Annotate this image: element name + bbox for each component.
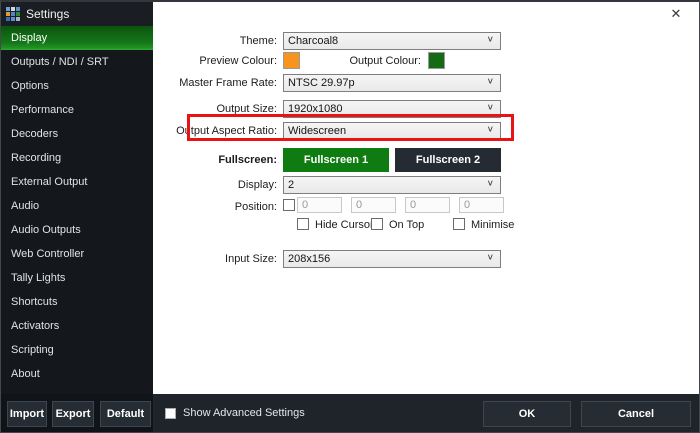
display-select[interactable]: 2 ∨: [283, 176, 501, 194]
theme-select[interactable]: Charcoal8 ∨: [283, 32, 501, 50]
import-button[interactable]: Import: [7, 401, 47, 427]
position-x-field: [297, 197, 342, 213]
chevron-down-icon: ∨: [487, 103, 494, 112]
display-value: 2: [288, 177, 294, 193]
settings-nav: Display Outputs / NDI / SRT Options Perf…: [1, 26, 153, 394]
position-label: Position:: [153, 200, 277, 214]
display-settings-panel: Theme: Charcoal8 ∨ Preview Colour: Outpu…: [153, 26, 700, 394]
highlight-annotation: [187, 114, 514, 141]
export-button[interactable]: Export: [52, 401, 94, 427]
fullscreen-1-button[interactable]: Fullscreen 1: [283, 148, 389, 172]
position-width-field: [405, 197, 450, 213]
master-frame-rate-select[interactable]: NTSC 29.97p ∨: [283, 74, 501, 92]
chevron-down-icon: ∨: [487, 253, 494, 262]
fullscreen-2-button[interactable]: Fullscreen 2: [395, 148, 501, 172]
settings-window: Settings ✕ Display Outputs / NDI / SRT O…: [0, 0, 700, 433]
sidebar-item-audio[interactable]: Audio: [1, 194, 153, 218]
hide-cursor-checkbox[interactable]: [297, 218, 309, 230]
position-y-field: [351, 197, 396, 213]
show-advanced-checkbox[interactable]: [165, 408, 176, 419]
preview-colour-swatch[interactable]: [283, 52, 300, 69]
sidebar-item-outputs-ndi-srt[interactable]: Outputs / NDI / SRT: [1, 50, 153, 74]
default-button[interactable]: Default: [100, 401, 151, 427]
input-size-label: Input Size:: [153, 252, 277, 266]
input-size-select[interactable]: 208x156 ∨: [283, 250, 501, 268]
minimise-label: Minimise: [471, 218, 514, 232]
ok-button[interactable]: OK: [483, 401, 571, 427]
window-title: Settings: [26, 7, 69, 21]
display-label: Display:: [153, 178, 277, 192]
sidebar-item-decoders[interactable]: Decoders: [1, 122, 153, 146]
sidebar-item-performance[interactable]: Performance: [1, 98, 153, 122]
cancel-button[interactable]: Cancel: [581, 401, 691, 427]
sidebar-item-external-output[interactable]: External Output: [1, 170, 153, 194]
sidebar-item-about[interactable]: About: [1, 362, 153, 386]
master-frame-rate-label: Master Frame Rate:: [153, 76, 277, 90]
on-top-checkbox[interactable]: [371, 218, 383, 230]
position-height-field: [459, 197, 504, 213]
chevron-down-icon: ∨: [487, 77, 494, 86]
sidebar-item-audio-outputs[interactable]: Audio Outputs: [1, 218, 153, 242]
minimise-checkbox[interactable]: [453, 218, 465, 230]
preview-colour-label: Preview Colour:: [153, 54, 277, 68]
position-checkbox[interactable]: [283, 199, 295, 211]
theme-value: Charcoal8: [288, 33, 338, 49]
output-colour-label: Output Colour:: [303, 54, 421, 68]
chevron-down-icon: ∨: [487, 179, 494, 188]
fullscreen-label: Fullscreen:: [153, 153, 277, 167]
hide-cursor-label: Hide Cursor: [315, 218, 374, 232]
sidebar-item-web-controller[interactable]: Web Controller: [1, 242, 153, 266]
titlebar: Settings: [1, 2, 153, 26]
on-top-label: On Top: [389, 218, 424, 232]
sidebar-item-tally-lights[interactable]: Tally Lights: [1, 266, 153, 290]
dialog-footer: Show Advanced Settings OK Cancel: [153, 394, 700, 433]
titlebar-right: ✕: [153, 2, 699, 26]
close-icon[interactable]: ✕: [667, 5, 685, 23]
sidebar-item-shortcuts[interactable]: Shortcuts: [1, 290, 153, 314]
output-colour-swatch[interactable]: [428, 52, 445, 69]
master-frame-rate-value: NTSC 29.97p: [288, 75, 355, 91]
input-size-value: 208x156: [288, 251, 330, 267]
show-advanced-label: Show Advanced Settings: [183, 407, 305, 419]
sidebar-item-display[interactable]: Display: [1, 26, 153, 50]
app-grid-icon: [6, 7, 20, 21]
sidebar-item-scripting[interactable]: Scripting: [1, 338, 153, 362]
sidebar-item-options[interactable]: Options: [1, 74, 153, 98]
sidebar-item-recording[interactable]: Recording: [1, 146, 153, 170]
theme-label: Theme:: [153, 34, 277, 48]
sidebar-footer: Import Export Default: [1, 394, 153, 433]
sidebar-item-activators[interactable]: Activators: [1, 314, 153, 338]
chevron-down-icon: ∨: [487, 35, 494, 44]
